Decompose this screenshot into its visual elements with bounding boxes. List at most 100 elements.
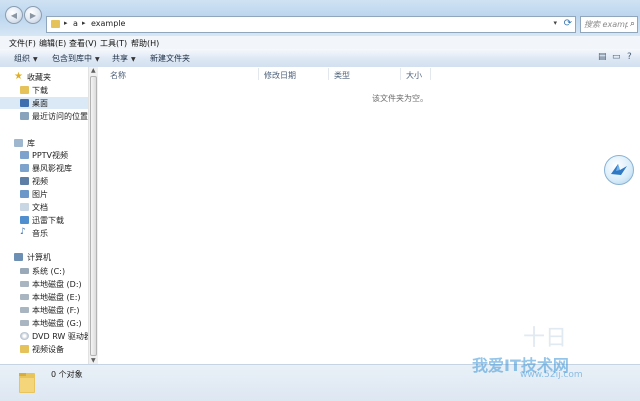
nav-drive-d[interactable]: 本地磁盘 (D:) (0, 278, 88, 290)
nav-dvd-drive[interactable]: DVD RW 驱动器 ... (0, 330, 102, 342)
nav-baofeng[interactable]: 暴风影视库 (0, 162, 88, 174)
video-icon (20, 177, 29, 185)
organize-label: 组织 (14, 54, 30, 63)
download-library-icon (20, 216, 29, 224)
refresh-icon[interactable]: ⟳ (564, 18, 572, 29)
nav-item-label: 视频设备 (32, 345, 64, 354)
menu-help[interactable]: 帮助(H) (131, 38, 159, 49)
scroll-up-icon[interactable]: ▲ (91, 67, 96, 74)
chevron-down-icon[interactable]: ▾ (553, 19, 557, 27)
column-type[interactable]: 类型 (334, 70, 350, 81)
search-icon[interactable]: ⌕ (630, 19, 635, 29)
column-date-modified[interactable]: 修改日期 (264, 70, 296, 81)
nav-item-label: 视频 (32, 177, 48, 186)
drive-icon (20, 294, 29, 300)
nav-item-label: PPTV视频 (32, 151, 69, 160)
watermark-logo: 十日 (523, 326, 568, 351)
nav-library[interactable]: 库 (0, 137, 88, 149)
nav-video-device[interactable]: 视频设备 (0, 343, 88, 355)
nav-desktop[interactable]: 桌面 (0, 97, 88, 109)
watermark-url: www.52ij.com (520, 370, 583, 380)
nav-item-label: 本地磁盘 (G:) (32, 319, 82, 328)
item-count: 0 个对象 (51, 370, 83, 379)
floating-bird-widget[interactable] (604, 155, 634, 185)
search-box[interactable]: ⌕ (580, 16, 638, 33)
drive-icon (20, 281, 29, 287)
nav-item-label: 下载 (32, 86, 48, 95)
column-size[interactable]: 大小 (406, 70, 422, 81)
video-library-icon (20, 164, 29, 172)
bird-icon (611, 164, 627, 175)
address-row: ◀ ▶ ▸ a ▸ example ▾ ⟳ ⌕ (0, 0, 640, 36)
nav-scrollbar[interactable]: ▲ ▼ (88, 67, 98, 364)
address-bar[interactable]: ▸ a ▸ example ▾ ⟳ (46, 16, 576, 33)
help-icon[interactable]: ? (627, 52, 632, 62)
nav-library-label: 库 (27, 139, 35, 148)
nav-drive-c[interactable]: 系统 (C:) (0, 265, 88, 277)
nav-item-label: 图片 (32, 190, 48, 199)
menu-file[interactable]: 文件(F) (9, 38, 36, 49)
column-name[interactable]: 名称 (110, 70, 126, 81)
menu-bar: 文件(F) 编辑(E) 查看(V) 工具(T) 帮助(H) (0, 36, 640, 50)
system-drive-icon (20, 268, 29, 274)
include-library-button[interactable]: 包含到库中 ▼ (52, 53, 100, 64)
nav-pptv[interactable]: PPTV视频 (0, 149, 88, 161)
menu-view[interactable]: 查看(V) (69, 38, 97, 49)
breadcrumb-example[interactable]: example (91, 19, 125, 28)
picture-icon (20, 190, 29, 198)
nav-drive-f[interactable]: 本地磁盘 (F:) (0, 304, 88, 316)
organize-button[interactable]: 组织 ▼ (14, 53, 38, 64)
nav-favorites-label: 收藏夹 (27, 73, 51, 82)
preview-pane-icon[interactable]: ▭ (612, 52, 621, 62)
nav-computer-label: 计算机 (27, 253, 51, 262)
nav-favorites[interactable]: ★ 收藏夹 (0, 71, 88, 83)
arrow-left-icon: ◀ (10, 10, 18, 20)
star-icon: ★ (14, 71, 23, 82)
nav-downloads[interactable]: 下载 (0, 84, 88, 96)
nav-item-label: 本地磁盘 (D:) (32, 280, 82, 289)
share-button[interactable]: 共享 ▼ (112, 53, 136, 64)
caret-down-icon: ▼ (33, 56, 38, 63)
nav-xunlei[interactable]: 迅雷下载 (0, 214, 88, 226)
empty-folder-message: 该文件夹为空。 (372, 94, 428, 103)
folder-icon (20, 345, 29, 353)
explorer-window: ◀ ▶ ▸ a ▸ example ▾ ⟳ ⌕ 文件(F) 编辑(E) 查看(V… (0, 0, 640, 401)
caret-down-icon: ▼ (131, 56, 136, 63)
arrow-right-icon: ▶ (29, 10, 37, 20)
view-options-icon[interactable]: ▤ (598, 52, 607, 62)
nav-drive-g[interactable]: 本地磁盘 (G:) (0, 317, 88, 329)
new-folder-button[interactable]: 新建文件夹 (150, 53, 190, 64)
search-input[interactable] (584, 18, 628, 31)
column-divider[interactable] (258, 68, 259, 80)
back-button[interactable]: ◀ (5, 6, 23, 24)
breadcrumb-separator[interactable]: ▸ (64, 19, 68, 27)
menu-edit[interactable]: 编辑(E) (39, 38, 66, 49)
nav-recent-places[interactable]: 最近访问的位置 (0, 110, 88, 122)
nav-item-label: 桌面 (32, 99, 48, 108)
nav-documents[interactable]: 文档 (0, 201, 88, 213)
folder-icon (19, 373, 35, 393)
scroll-thumb[interactable] (90, 76, 97, 356)
library-icon (14, 139, 23, 147)
scroll-down-icon[interactable]: ▼ (91, 357, 96, 364)
column-divider[interactable] (328, 68, 329, 80)
column-divider[interactable] (400, 68, 401, 80)
nav-pictures[interactable]: 图片 (0, 188, 88, 200)
folder-icon (51, 20, 60, 28)
nav-videos[interactable]: 视频 (0, 175, 88, 187)
download-folder-icon (20, 86, 29, 94)
breadcrumb-a[interactable]: a (73, 19, 78, 28)
nav-item-label: 本地磁盘 (E:) (32, 293, 81, 302)
menu-tools[interactable]: 工具(T) (100, 38, 127, 49)
desktop-icon (20, 99, 29, 107)
nav-music[interactable]: ♪ 音乐 (0, 227, 88, 239)
video-library-icon (20, 151, 29, 159)
command-bar: 组织 ▼ 包含到库中 ▼ 共享 ▼ 新建文件夹 ▤ ▭ ? (0, 49, 640, 68)
forward-button[interactable]: ▶ (24, 6, 42, 24)
nav-item-label: 暴风影视库 (32, 164, 72, 173)
nav-drive-e[interactable]: 本地磁盘 (E:) (0, 291, 88, 303)
breadcrumb-separator[interactable]: ▸ (82, 19, 86, 27)
nav-item-label: 迅雷下载 (32, 216, 64, 225)
nav-computer[interactable]: 计算机 (0, 251, 88, 263)
column-divider[interactable] (430, 68, 431, 80)
